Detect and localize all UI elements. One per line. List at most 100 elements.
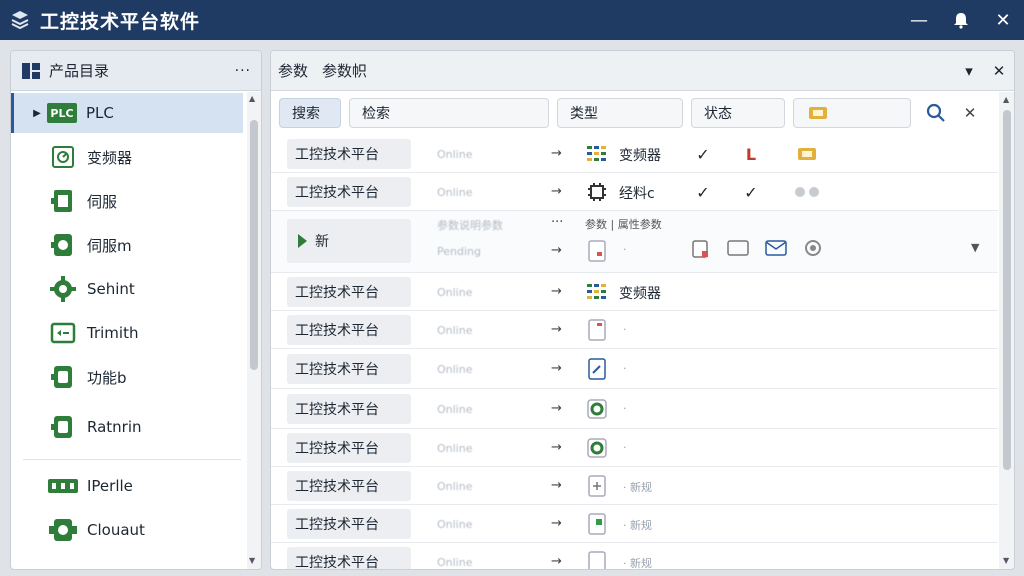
panel-dropdown-button[interactable]: ▾ (954, 62, 984, 80)
status-field[interactable]: 状态 (691, 98, 785, 128)
search-icon-button[interactable] (919, 98, 953, 128)
clear-filter-button[interactable]: ✕ (953, 98, 987, 128)
notifications-button[interactable] (940, 0, 982, 40)
table-row[interactable]: 工控技术平台 Online → · (271, 311, 998, 349)
search-icon (926, 103, 945, 122)
tree-item-label: Ratnrin (87, 418, 142, 436)
dots-icon[interactable] (791, 180, 823, 204)
check-icon[interactable]: ✓ (691, 180, 715, 204)
parameter-header: 参数 参数帜 ▾ ✕ (271, 51, 1014, 91)
table-row-expanded[interactable]: 新 参数说明参数 Pending ··· → 参数 | 属性参数 · ▼ (271, 211, 998, 273)
keyword-field[interactable]: 检索 (349, 98, 549, 128)
edit-icon (585, 357, 609, 381)
tree-item-servo[interactable]: 伺服 (11, 181, 243, 221)
tree-item-plc[interactable]: ▶ PLC PLC (11, 93, 243, 133)
table-row[interactable]: 工控技术平台 Online → · (271, 349, 998, 389)
tree-item-sehint[interactable]: Sehint (11, 269, 243, 309)
document-icon (585, 550, 609, 569)
tab-parameters[interactable]: 参数 (278, 60, 308, 81)
row-arrow-icon: → (551, 401, 562, 416)
row-label: 变频器 (619, 286, 661, 302)
chip-icon (585, 180, 609, 204)
chip-icon[interactable] (791, 142, 823, 166)
expand-arrow-icon[interactable]: ▶ (28, 108, 46, 119)
new-item-icon (298, 234, 307, 248)
green-doc-icon (585, 512, 609, 536)
tree-item-clouaut[interactable]: Clouaut (11, 510, 243, 550)
close-icon: ✕ (963, 104, 977, 122)
check-icon[interactable]: ✓ (739, 180, 763, 204)
alert-flag-icon[interactable]: L (739, 142, 763, 166)
tree-item-iperlle[interactable]: IPerlle (11, 466, 243, 506)
parameter-scrollbar[interactable]: ▲ ▼ (999, 92, 1014, 569)
catalog-more-button[interactable]: ··· (235, 63, 251, 79)
catalog-title: 产品目录 (49, 62, 110, 80)
tree-item-label: 功能b (87, 368, 127, 387)
minimize-icon: — (910, 9, 928, 31)
table-row[interactable]: 工控技术平台 Online → 变频器 ✓ L (271, 135, 998, 173)
row-name: 工控技术平台 (287, 509, 411, 539)
scroll-up-icon[interactable]: ▲ (1003, 95, 1009, 104)
app-logo-icon (0, 0, 40, 40)
row-arrow-icon: → (551, 146, 562, 161)
row-status: Online (437, 186, 473, 199)
tree-item-ratnrin[interactable]: Ratnrin (11, 407, 243, 447)
row-dot: · (623, 441, 627, 454)
panel-close-button[interactable]: ✕ (984, 62, 1014, 80)
scroll-down-icon[interactable]: ▼ (1003, 556, 1009, 565)
row-status: Online (437, 556, 473, 569)
tree-item-servo-motor[interactable]: 伺服m (11, 225, 243, 265)
row-dot: · (623, 362, 627, 375)
row-arrow-icon: → (551, 440, 562, 455)
plc-icon: PLC (46, 98, 78, 128)
row-name: 新 (287, 219, 411, 263)
close-icon: ✕ (995, 9, 1011, 31)
scroll-down-icon[interactable]: ▼ (249, 556, 255, 565)
servo-motor-icon (47, 230, 79, 260)
scrollbar-thumb[interactable] (1003, 110, 1011, 470)
mail-icon[interactable] (765, 239, 787, 261)
row-status: Online (437, 480, 473, 493)
row-label: 经料c (619, 186, 655, 202)
search-button[interactable]: 搜索 (279, 98, 341, 128)
close-window-button[interactable]: ✕ (982, 0, 1024, 40)
cloud-module-icon (47, 515, 79, 545)
row-expand-chevron-icon[interactable]: ▼ (971, 241, 979, 254)
row-dot: · 新规 (623, 519, 652, 532)
scrollbar-thumb[interactable] (250, 120, 258, 370)
row-arrow-icon: → (551, 184, 562, 199)
table-row[interactable]: 工控技术平台 Online → 经料c ✓ ✓ (271, 173, 998, 211)
catalog-scrollbar[interactable]: ▲ ▼ (247, 92, 261, 569)
bell-icon (954, 13, 968, 29)
tree-item-inverter[interactable]: 变频器 (11, 137, 243, 177)
table-row[interactable]: 工控技术平台 Online → · 新规 (271, 505, 998, 543)
type-field[interactable]: 类型 (557, 98, 683, 128)
scroll-up-icon[interactable]: ▲ (249, 94, 255, 103)
tree-item-function-b[interactable]: 功能b (11, 357, 243, 397)
inverter-icon (47, 142, 79, 172)
tree-item-label: 变频器 (87, 148, 133, 167)
table-row[interactable]: 工控技术平台 Online → · 新规 (271, 543, 998, 570)
settings-gear-icon[interactable] (803, 238, 823, 262)
minimize-button[interactable]: — (898, 0, 940, 40)
catalog-icon (22, 62, 40, 79)
title-bar: 工控技术平台软件 — ✕ (0, 0, 1024, 40)
row-name: 工控技术平台 (287, 177, 411, 207)
check-icon[interactable]: ✓ (691, 142, 715, 166)
row-arrow-icon: → (551, 554, 562, 569)
table-row[interactable]: 工控技术平台 Online → · 新规 (271, 467, 998, 505)
window-icon[interactable] (727, 239, 749, 261)
table-row[interactable]: 工控技术平台 Online → · (271, 389, 998, 429)
row-name: 工控技术平台 (287, 315, 411, 345)
tab-parameter-frame[interactable]: 参数帜 (322, 60, 367, 81)
terminal-block-icon (47, 471, 79, 501)
row-arrow-icon: → (551, 516, 562, 531)
tag-field[interactable] (793, 98, 911, 128)
row-name: 工控技术平台 (287, 354, 411, 384)
table-row[interactable]: 工控技术平台 Online → · (271, 429, 998, 467)
edit-doc-icon[interactable] (691, 239, 711, 263)
table-row[interactable]: 工控技术平台 Online → 变频器 (271, 273, 998, 311)
window-title: 工控技术平台软件 (40, 10, 201, 33)
tree-item-trimith[interactable]: Trimith (11, 313, 243, 353)
row-dot: · 新规 (623, 557, 652, 570)
